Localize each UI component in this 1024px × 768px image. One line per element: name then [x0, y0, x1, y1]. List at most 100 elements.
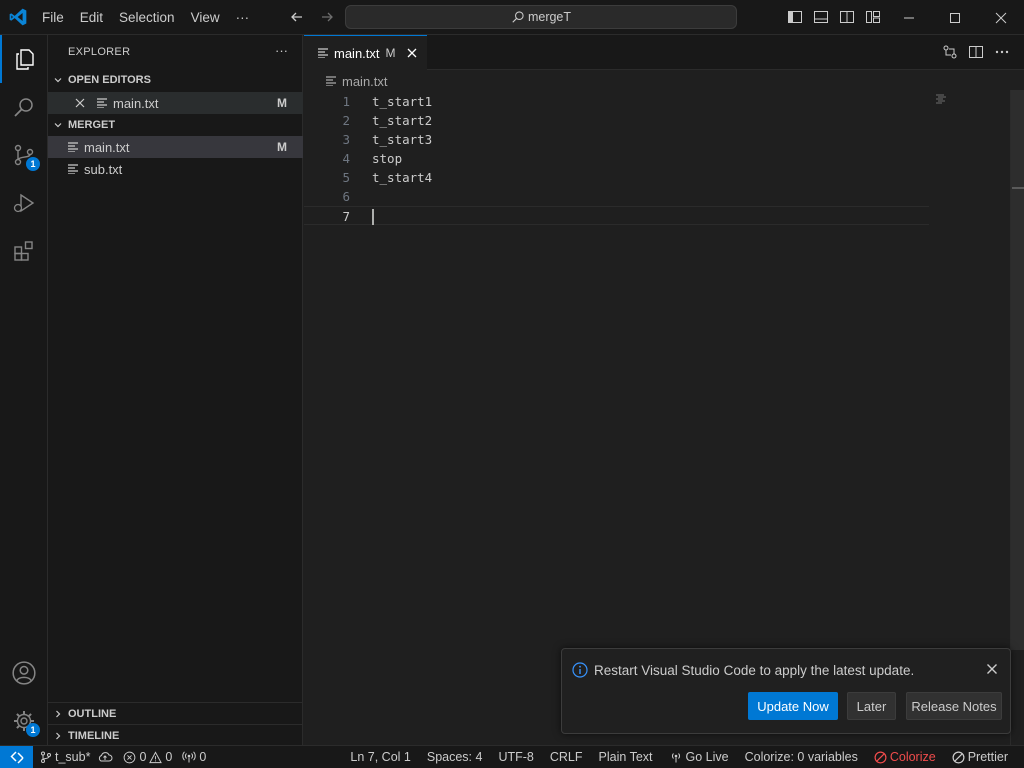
- open-editor-item[interactable]: main.txt M: [48, 92, 303, 114]
- timeline-header[interactable]: TIMELINE: [48, 724, 303, 746]
- sync-cloud-icon[interactable]: [97, 751, 113, 763]
- file-name: main.txt: [84, 139, 130, 155]
- close-window-icon[interactable]: [978, 0, 1024, 35]
- prettier-label: Prettier: [967, 750, 1008, 764]
- activity-bar: 1 1: [0, 35, 48, 745]
- line-text: stop: [372, 151, 403, 166]
- settings-gear-icon[interactable]: 1: [0, 697, 48, 745]
- close-tab-icon[interactable]: [406, 47, 418, 59]
- open-changes-icon[interactable]: [942, 44, 958, 60]
- outline-header[interactable]: OUTLINE: [48, 702, 303, 724]
- open-editors-header[interactable]: OPEN EDITORS: [48, 69, 303, 91]
- branch-item[interactable]: t_sub*: [40, 750, 113, 764]
- prettier-item[interactable]: Prettier: [952, 750, 1008, 764]
- back-arrow-icon[interactable]: [286, 7, 308, 27]
- accounts-icon[interactable]: [0, 649, 48, 697]
- menu-file[interactable]: File: [34, 0, 72, 35]
- extensions-icon[interactable]: [0, 227, 48, 275]
- end-of-line[interactable]: CRLF: [550, 750, 583, 764]
- tab-main-txt[interactable]: main.txt M: [304, 35, 427, 70]
- vscode-logo-icon: [9, 8, 27, 26]
- tab-modified-badge: M: [385, 46, 396, 60]
- text-file-icon: [68, 164, 78, 174]
- update-notification: Restart Visual Studio Code to apply the …: [561, 648, 1011, 734]
- breadcrumb[interactable]: main.txt: [326, 72, 388, 90]
- close-editor-icon[interactable]: [74, 97, 86, 112]
- go-live-item[interactable]: Go Live: [669, 750, 729, 764]
- notification-message: Restart Visual Studio Code to apply the …: [594, 663, 915, 678]
- source-control-icon[interactable]: 1: [0, 131, 48, 179]
- nav-arrows: [286, 7, 338, 27]
- file-name: sub.txt: [84, 161, 123, 177]
- code-line: 4 stop: [304, 149, 929, 168]
- command-center[interactable]: mergeT: [345, 5, 737, 29]
- breadcrumb-file: main.txt: [342, 73, 388, 89]
- run-debug-icon[interactable]: [0, 179, 48, 227]
- code-line: 1 t_start1: [304, 92, 929, 111]
- problems-item[interactable]: 0 0: [123, 750, 172, 764]
- sidebar-more-actions[interactable]: ···: [275, 43, 288, 58]
- prohibited-icon: [952, 751, 965, 763]
- ports-count: 0: [199, 750, 207, 764]
- status-right: Ln 7, Col 1 Spaces: 4 UTF-8 CRLF Plain T…: [350, 746, 1008, 768]
- menu-bar: File Edit Selection View ···: [34, 0, 257, 35]
- later-button[interactable]: Later: [847, 692, 896, 720]
- code-editor[interactable]: 1 t_start1 2 t_start2 3 t_start3 4 stop …: [304, 90, 1024, 745]
- current-line: 7: [304, 206, 929, 225]
- menu-selection[interactable]: Selection: [111, 0, 183, 35]
- close-notification-icon[interactable]: [986, 663, 998, 678]
- search-view-icon[interactable]: [0, 83, 48, 131]
- explorer-icon[interactable]: [0, 35, 48, 83]
- toggle-primary-sidebar-icon[interactable]: [786, 8, 804, 26]
- minimize-icon[interactable]: [886, 0, 932, 35]
- indentation[interactable]: Spaces: 4: [427, 750, 483, 764]
- chevron-down-icon: [48, 120, 68, 130]
- sidebar-title: EXPLORER: [68, 46, 131, 58]
- modified-badge: M: [277, 140, 287, 154]
- scrollbar-thumb[interactable]: [1011, 90, 1024, 650]
- maximize-icon[interactable]: [932, 0, 978, 35]
- line-number: 4: [342, 151, 350, 166]
- folder-header[interactable]: MERGET: [48, 114, 303, 136]
- minimap-icon[interactable]: [936, 92, 946, 107]
- line-number: 2: [342, 113, 350, 128]
- outline-label: OUTLINE: [68, 707, 117, 720]
- line-text: t_start2: [372, 113, 433, 128]
- colorize-item[interactable]: Colorize: [874, 750, 936, 764]
- git-branch-icon: [41, 751, 51, 763]
- colorize-variables[interactable]: Colorize: 0 variables: [745, 750, 858, 764]
- source-control-badge: 1: [26, 157, 40, 171]
- menu-more[interactable]: ···: [228, 0, 258, 35]
- prohibited-icon: [874, 751, 887, 763]
- toggle-secondary-sidebar-icon[interactable]: [838, 8, 856, 26]
- modified-badge: M: [277, 96, 287, 110]
- release-notes-button[interactable]: Release Notes: [906, 692, 1002, 720]
- update-now-button[interactable]: Update Now: [748, 692, 838, 720]
- file-item-main[interactable]: main.txt M: [48, 136, 303, 158]
- cursor-position[interactable]: Ln 7, Col 1: [350, 750, 410, 764]
- ports-item[interactable]: 0: [182, 750, 206, 764]
- title-bar: File Edit Selection View ··· mergeT: [0, 0, 1024, 35]
- error-count: 0: [139, 750, 147, 764]
- encoding[interactable]: UTF-8: [498, 750, 533, 764]
- line-text: t_start1: [372, 94, 433, 109]
- text-file-icon: [68, 142, 78, 152]
- more-actions-icon[interactable]: [994, 44, 1010, 60]
- toggle-panel-icon[interactable]: [812, 8, 830, 26]
- menu-view[interactable]: View: [183, 0, 228, 35]
- folder-label: MERGET: [68, 119, 116, 131]
- open-editors-label: OPEN EDITORS: [68, 74, 151, 86]
- forward-arrow-icon[interactable]: [316, 7, 338, 27]
- status-left: t_sub* 0 0 0: [40, 746, 206, 768]
- text-file-icon: [326, 76, 336, 86]
- customize-layout-icon[interactable]: [864, 8, 882, 26]
- file-item-sub[interactable]: sub.txt: [48, 158, 303, 180]
- language-mode[interactable]: Plain Text: [599, 750, 653, 764]
- line-number: 7: [342, 209, 350, 224]
- split-editor-icon[interactable]: [968, 44, 984, 60]
- remote-indicator-icon[interactable]: [0, 746, 33, 768]
- vertical-scrollbar[interactable]: [1010, 90, 1024, 745]
- error-icon: [124, 751, 136, 763]
- open-editor-filename: main.txt: [113, 95, 159, 111]
- menu-edit[interactable]: Edit: [72, 0, 111, 35]
